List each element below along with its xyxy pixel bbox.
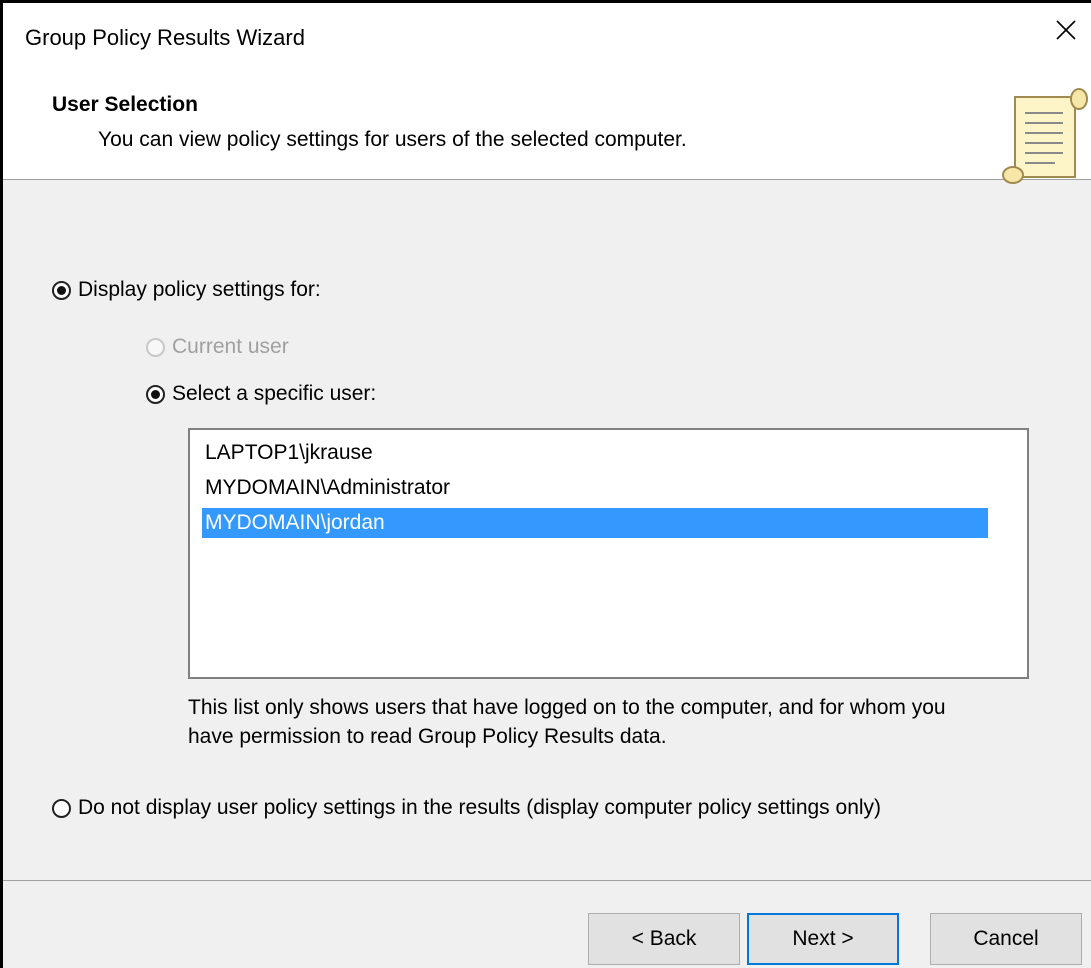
user-list-note: This list only shows users that have log… (188, 693, 1048, 751)
no-user-policy-radio[interactable] (52, 798, 71, 818)
next-button[interactable]: Next > (747, 913, 899, 965)
display-policy-for-radio[interactable] (52, 280, 71, 300)
page-subheading: You can view policy settings for users o… (98, 128, 687, 151)
list-item-user-2[interactable]: MYDOMAIN\Administrator (202, 473, 988, 503)
no-user-policy-label: Do not display user policy settings in t… (78, 796, 882, 819)
specific-user-label: Select a specific user: (172, 382, 377, 405)
wizard-header: Group Policy Results Wizard User Selecti… (3, 3, 1091, 184)
current-user-label: Current user (172, 335, 289, 358)
display-policy-for-option[interactable]: Display policy settings for: (52, 278, 321, 302)
list-item-user-1[interactable]: LAPTOP1\jkrause (202, 438, 988, 468)
display-policy-for-label: Display policy settings for: (78, 278, 321, 301)
cancel-button[interactable]: Cancel (930, 913, 1082, 965)
close-icon[interactable] (1049, 13, 1083, 47)
list-item-user-3-selected[interactable]: MYDOMAIN\jordan (202, 508, 988, 538)
user-list-note-line1: This list only shows users that have log… (188, 696, 946, 719)
specific-user-option[interactable]: Select a specific user: (146, 382, 376, 406)
window-title: Group Policy Results Wizard (25, 25, 305, 50)
specific-user-radio[interactable] (146, 384, 165, 404)
back-button[interactable]: < Back (588, 913, 740, 965)
page-heading: User Selection (52, 93, 198, 116)
user-listbox[interactable]: LAPTOP1\jkrause MYDOMAIN\Administrator M… (188, 428, 1029, 679)
user-list-note-line2: have permission to read Group Policy Res… (188, 725, 667, 748)
current-user-radio (146, 337, 165, 357)
scroll-document-icon (999, 85, 1091, 185)
close-icon-glyph (1056, 20, 1076, 40)
footer-divider (3, 880, 1091, 881)
no-user-policy-option[interactable]: Do not display user policy settings in t… (52, 796, 881, 820)
current-user-option: Current user (146, 335, 289, 359)
